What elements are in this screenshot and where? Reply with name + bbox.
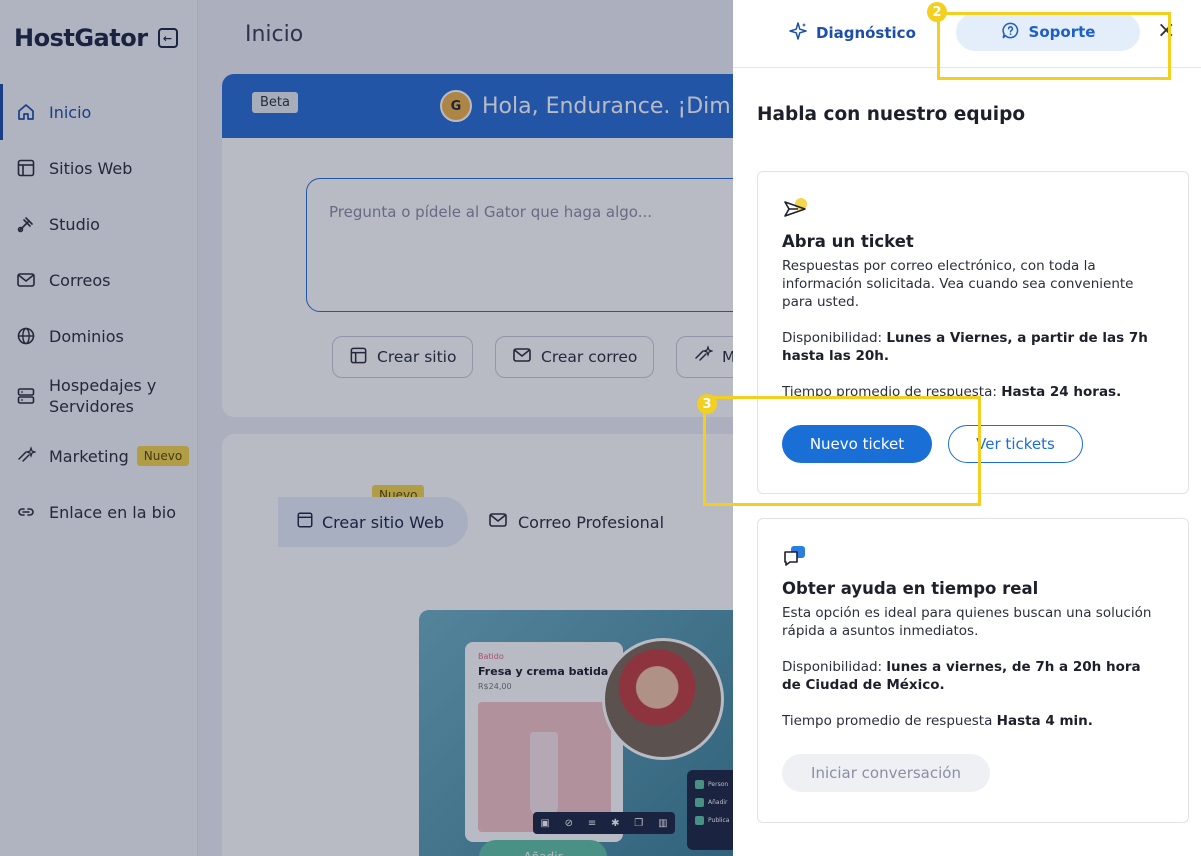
card-description: Esta opción es ideal para quienes buscan… xyxy=(782,605,1152,639)
card-title: Obter ayuda en tiempo real xyxy=(782,579,1039,598)
annotation-number: 3 xyxy=(697,394,717,414)
response-value: Hasta 24 horas. xyxy=(1001,384,1122,400)
card-description: Respuestas por correo electrónico, con t… xyxy=(782,258,1134,310)
availability-line: Disponibilidad: Lunes a Viernes, a parti… xyxy=(782,329,1162,365)
modal-backdrop[interactable] xyxy=(0,0,733,856)
chat-bubbles-icon xyxy=(782,543,808,569)
start-chat-button[interactable]: Iniciar conversación xyxy=(782,754,990,792)
annotation-box-ticket xyxy=(703,396,981,506)
annotation-box-support xyxy=(937,12,1171,80)
response-value: Hasta 4 min. xyxy=(996,713,1093,729)
live-chat-card: Obter ayuda en tiempo real Esta opción e… xyxy=(757,518,1189,823)
tab-label: Diagnóstico xyxy=(816,24,916,42)
availability-label: Disponibilidad: xyxy=(782,659,883,675)
tab-diagnostic[interactable]: Diagnóstico xyxy=(788,21,916,45)
sparkle-icon xyxy=(788,21,808,45)
annotation-number: 2 xyxy=(927,2,947,22)
availability-line: Disponibilidad: lunes a viernes, de 7h a… xyxy=(782,658,1162,694)
response-time-line: Tiempo promedio de respuesta Hasta 4 min… xyxy=(782,712,1162,730)
availability-label: Disponibilidad: xyxy=(782,330,883,346)
card-title: Abra un ticket xyxy=(782,232,914,251)
panel-title: Habla con nuestro equipo xyxy=(757,104,1026,125)
response-label: Tiempo promedio de respuesta xyxy=(782,713,993,729)
paper-plane-icon xyxy=(782,196,808,222)
